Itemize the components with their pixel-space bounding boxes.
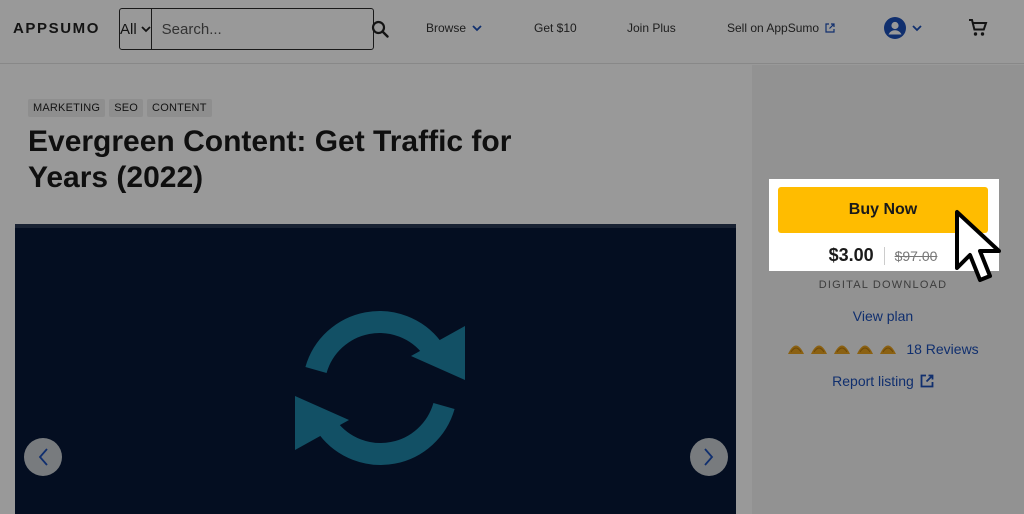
cart-icon [969,19,988,36]
mouse-pointer-icon [955,210,1001,282]
report-listing-link[interactable]: Report listing [778,373,988,389]
tag-marketing[interactable]: MARKETING [28,99,106,117]
search-category-dropdown[interactable]: All [120,9,152,49]
external-link-icon [825,23,835,33]
product-title: Evergreen Content: Get Traffic for Years… [28,125,512,194]
nav-get-10[interactable]: Get $10 [534,21,577,35]
current-price: $3.00 [828,245,874,265]
search-category-label: All [120,20,137,38]
original-price: $97.00 [894,247,938,264]
appsumo-logo[interactable]: APPSUMO [13,20,100,37]
search-input[interactable] [151,9,371,49]
view-plan-link[interactable]: View plan [778,308,988,324]
carousel-prev-button[interactable] [24,438,62,476]
nav-sell-label: Sell on AppSumo [727,21,820,35]
product-media-carousel [15,224,736,514]
taco-rating-icon [880,345,897,354]
search-button[interactable] [371,9,389,49]
nav-join-plus[interactable]: Join Plus [627,21,676,35]
chevron-down-icon [912,24,922,31]
rating-summary[interactable]: 18 Reviews [778,341,988,357]
chevron-right-icon [704,448,714,466]
tag-content[interactable]: CONTENT [147,99,212,117]
user-avatar-icon [884,17,906,39]
account-menu[interactable] [884,17,922,39]
reviews-count-link[interactable]: 18 Reviews [906,341,978,357]
search-bar: All [119,8,389,50]
taco-rating-icon [788,345,805,354]
category-tags: MARKETING SEO CONTENT [28,99,212,117]
nav-sell-on-appsumo[interactable]: Sell on AppSumo [727,21,835,35]
search-icon [371,20,389,38]
carousel-next-button[interactable] [690,438,728,476]
nav-browse[interactable]: Browse [426,21,482,35]
taco-rating-icon [834,345,851,354]
chevron-down-icon [141,25,151,32]
cart-button[interactable] [968,18,988,43]
tag-seo[interactable]: SEO [109,99,144,117]
chevron-down-icon [472,24,482,31]
taco-rating-icon [811,345,828,354]
taco-rating-icon [857,345,874,354]
refresh-icon [295,311,465,465]
top-header: APPSUMO All Browse Get $10 Join Plus Sel… [0,0,1024,64]
report-listing-label: Report listing [832,373,914,389]
external-link-icon [920,374,934,388]
chevron-left-icon [38,448,48,466]
nav-browse-label: Browse [426,21,467,35]
price-divider [883,246,885,265]
